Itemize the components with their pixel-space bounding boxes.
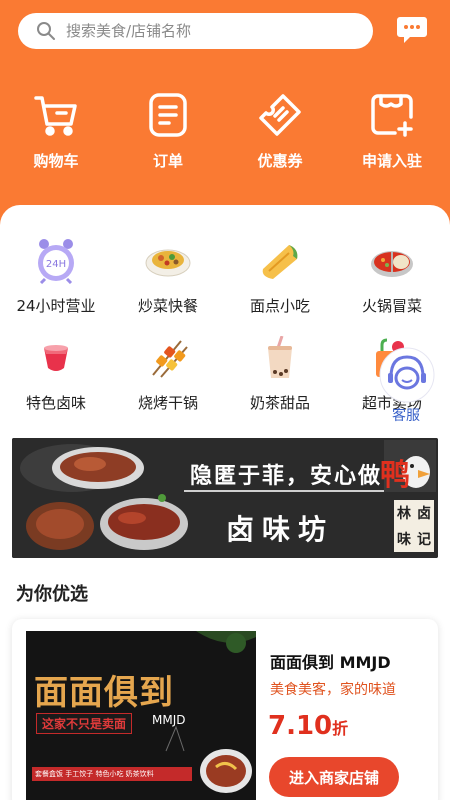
shop-discount: 7.10折 (268, 711, 348, 741)
category-fried-dish[interactable]: 炒菜快餐 (112, 238, 224, 318)
discount-value: 7.10 (268, 711, 333, 741)
enter-shop-button[interactable]: 进入商家店铺 (269, 757, 399, 797)
stamp-char: 卤 (417, 506, 431, 522)
category-skewer[interactable]: 烧烤干锅 (112, 335, 224, 415)
braised-icon (44, 345, 68, 371)
banner-slogan: 隐匿于菲，安心做 (190, 464, 383, 489)
shop-image-brand: MMJD (152, 713, 186, 727)
message-icon[interactable] (396, 15, 428, 45)
milk-tea-icon (268, 336, 292, 378)
quick-action-label: 优惠券 (257, 152, 303, 170)
search-icon (37, 22, 55, 40)
stamp-char: 记 (417, 532, 431, 548)
category-24h[interactable]: 24H 24小时营业 (0, 238, 112, 318)
category-label: 面点小吃 (249, 297, 310, 315)
coupon-icon (259, 94, 301, 136)
recommend-card[interactable]: 面面俱到 这家不只是卖面 MMJD 套餐盒饭 手工饺子 特色小吃 奶茶饮料 面面… (12, 619, 438, 800)
banner-stamp: 林 卤 味 记 (394, 500, 434, 552)
quick-action-cart[interactable]: 购物车 (0, 92, 112, 182)
alarm-clock-icon: 24H (38, 239, 74, 284)
category-hotpot[interactable]: 火锅冒菜 (336, 238, 448, 318)
category-milk-tea[interactable]: 奶茶甜品 (224, 335, 336, 415)
header: 购物车 订单 优惠券 申请入驻 (0, 0, 450, 230)
order-icon (149, 93, 187, 137)
customer-service-label[interactable]: 客服 (392, 405, 420, 425)
apply-icon (371, 94, 413, 137)
banner-slogan-highlight: 鸭 (380, 458, 410, 493)
search-input[interactable] (66, 22, 356, 40)
recommend-shop-image: 面面俱到 这家不只是卖面 MMJD 套餐盒饭 手工饺子 特色小吃 奶茶饮料 (26, 631, 256, 800)
category-label: 24小时营业 (16, 297, 96, 315)
hotpot-icon (371, 251, 413, 277)
quick-action-label: 订单 (152, 152, 183, 170)
stamp-char: 林 (397, 506, 411, 522)
quick-action-orders[interactable]: 订单 (112, 92, 224, 182)
svg-text:24H: 24H (46, 259, 66, 270)
category-label: 特色卤味 (25, 394, 86, 412)
shop-description: 美食美客，家的味道 (270, 682, 396, 698)
category-label: 火锅冒菜 (361, 297, 422, 315)
skewer-icon (152, 340, 188, 378)
category-braised[interactable]: 特色卤味 (0, 335, 112, 415)
cart-icon (34, 96, 77, 136)
section-title: 为你优选 (16, 584, 88, 605)
shop-name: 面面俱到 MMJD (270, 653, 391, 672)
quick-action-apply[interactable]: 申请入驻 (336, 92, 448, 182)
shop-image-headline: 面面俱到 (34, 673, 174, 713)
fried-dish-icon (145, 249, 191, 277)
banner-food-image (12, 438, 438, 558)
shop-image-tags: 套餐盒饭 手工饺子 特色小吃 奶茶饮料 (32, 767, 192, 781)
discount-unit: 折 (332, 719, 349, 738)
category-label: 炒菜快餐 (137, 297, 198, 315)
search-bar[interactable] (18, 13, 373, 49)
pastry-icon (262, 245, 298, 279)
category-pastry[interactable]: 面点小吃 (224, 238, 336, 318)
quick-action-coupons[interactable]: 优惠券 (224, 92, 336, 182)
category-label: 奶茶甜品 (249, 394, 310, 412)
quick-action-label: 购物车 (33, 152, 79, 170)
category-label: 烧烤干锅 (137, 394, 198, 412)
promo-banner[interactable]: 隐匿于菲，安心做 鸭 卤味坊 林 卤 味 记 (12, 438, 438, 558)
shop-image-tagline: 这家不只是卖面 (36, 713, 133, 734)
quick-action-label: 申请入驻 (361, 152, 422, 170)
banner-shop-name: 卤味坊 (226, 513, 335, 546)
stamp-char: 味 (397, 532, 411, 548)
